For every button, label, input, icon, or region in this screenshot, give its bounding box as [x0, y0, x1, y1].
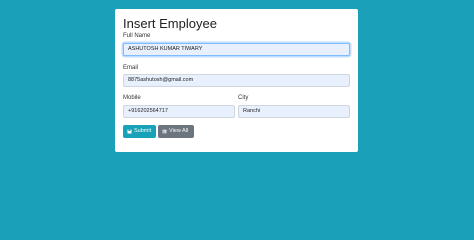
city-label: City	[238, 95, 249, 101]
save-icon	[127, 129, 132, 134]
submit-button[interactable]: Submit	[123, 125, 156, 138]
email-field[interactable]: 8875ashutosh@gmail.com	[123, 74, 350, 87]
full-name-field[interactable]: ASHUTOSH KUMAR TIWARY	[123, 43, 350, 56]
city-field[interactable]: Ranchi	[238, 105, 350, 118]
table-icon	[162, 129, 167, 134]
email-label: Email	[123, 65, 139, 71]
insert-employee-card: Insert Employee Full Name ASHUTOSH KUMAR…	[115, 9, 358, 152]
view-all-button[interactable]: View All	[158, 125, 194, 138]
view-all-label: View All	[169, 128, 189, 134]
mobile-field[interactable]: +916202564717	[123, 105, 235, 118]
mobile-label: Mobile	[123, 95, 141, 101]
page-title: Insert Employee	[123, 16, 217, 31]
full-name-label: Full Name	[123, 33, 151, 39]
submit-label: Submit	[134, 128, 152, 134]
